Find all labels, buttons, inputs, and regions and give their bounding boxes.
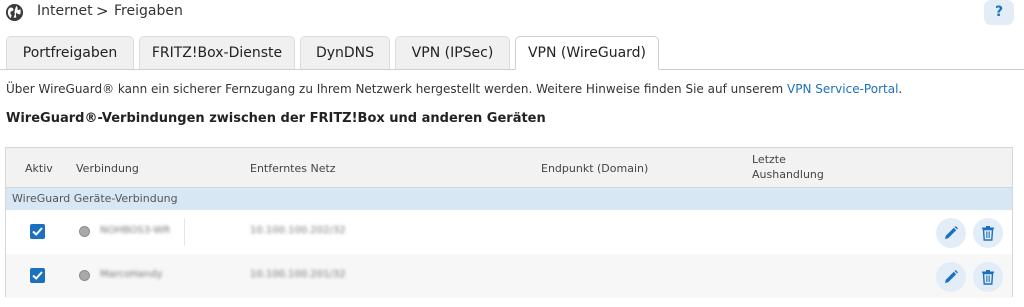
table-row: NOHBOS3-WR 10.100.100.202/32 xyxy=(6,210,1012,254)
status-indicator xyxy=(79,270,90,281)
pencil-icon xyxy=(945,270,958,283)
intro-suffix: . xyxy=(898,82,903,96)
checkmark-icon xyxy=(32,271,43,280)
connection-name: MarcoHandy xyxy=(100,269,163,280)
col-endpunkt: Endpunkt (Domain) xyxy=(541,162,649,175)
intro-text: Über WireGuard® kann ein sicherer Fernzu… xyxy=(6,82,902,96)
column-divider xyxy=(184,218,185,246)
col-aktiv: Aktiv xyxy=(25,162,53,175)
tab-portfreigaben[interactable]: Portfreigaben xyxy=(6,36,134,69)
globe-icon xyxy=(5,3,24,22)
edit-button[interactable] xyxy=(936,262,966,292)
table-header: Aktiv Verbindung Entferntes Netz Endpunk… xyxy=(6,148,1012,188)
tab-bar: Portfreigaben FRITZ!Box-Dienste DynDNS V… xyxy=(0,36,1024,70)
remote-network: 10.100.100.202/32 xyxy=(250,225,346,236)
connection-name: NOHBOS3-WR xyxy=(100,225,171,236)
checkmark-icon xyxy=(32,227,43,236)
breadcrumb-separator: > xyxy=(96,2,109,20)
help-button[interactable]: ? xyxy=(984,0,1014,25)
tab-dyndns[interactable]: DynDNS xyxy=(300,36,390,69)
breadcrumb-internet[interactable]: Internet xyxy=(37,3,93,19)
delete-button[interactable] xyxy=(973,262,1003,292)
remote-network: 10.100.100.201/32 xyxy=(250,269,346,280)
top-bar: Internet > Freigaben ? xyxy=(0,0,1024,25)
active-checkbox[interactable] xyxy=(30,224,45,239)
group-row: WireGuard Geräte-Verbindung xyxy=(6,188,1012,210)
status-indicator xyxy=(79,226,90,237)
tab-fritzbox-dienste[interactable]: FRITZ!Box-Dienste xyxy=(139,36,295,69)
vpn-service-portal-link[interactable]: VPN Service-Portal xyxy=(787,82,898,96)
edit-button[interactable] xyxy=(936,218,966,248)
tab-vpn-ipsec[interactable]: VPN (IPSec) xyxy=(395,36,510,69)
table-row: MarcoHandy 10.100.100.201/32 xyxy=(6,254,1012,298)
active-checkbox[interactable] xyxy=(30,268,45,283)
col-letzte-aushandlung-line1: Letzte xyxy=(752,153,786,166)
col-entferntes-netz: Entferntes Netz xyxy=(250,162,336,175)
col-verbindung: Verbindung xyxy=(76,162,139,175)
delete-button[interactable] xyxy=(973,218,1003,248)
intro-body: Über WireGuard® kann ein sicherer Fernzu… xyxy=(6,82,788,96)
col-letzte-aushandlung-line2: Aushandlung xyxy=(752,168,824,181)
breadcrumb-freigaben: Freigaben xyxy=(114,3,183,19)
trash-icon xyxy=(982,270,994,285)
section-heading: WireGuard®-Verbindungen zwischen der FRI… xyxy=(6,111,546,126)
connections-table: Aktiv Verbindung Entferntes Netz Endpunk… xyxy=(5,147,1013,298)
tab-vpn-wireguard[interactable]: VPN (WireGuard) xyxy=(515,36,659,70)
pencil-icon xyxy=(945,226,958,239)
trash-icon xyxy=(982,226,994,241)
